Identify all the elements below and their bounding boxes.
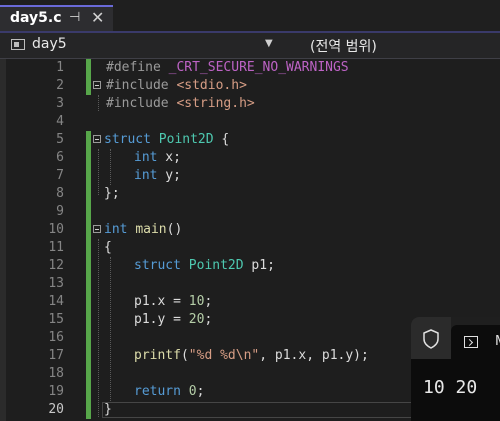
shield-button[interactable]: [411, 317, 451, 359]
code-line: int x;: [134, 150, 181, 165]
tab-title: day5.c: [10, 10, 62, 26]
console-output: 10 20: [423, 377, 478, 398]
console-title-bar: M: [411, 317, 500, 359]
code-line: int y;: [134, 168, 181, 183]
line-number: 6: [56, 150, 64, 165]
console-window[interactable]: M 10 20: [411, 317, 500, 421]
project-name: day5: [32, 36, 67, 52]
console-tab-label: M: [495, 334, 500, 349]
project-icon: [11, 39, 25, 50]
line-number: 17: [48, 348, 64, 363]
terminal-icon: [464, 336, 478, 348]
line-number: 12: [48, 258, 64, 273]
project-dropdown[interactable]: day5 ▼: [6, 35, 283, 56]
line-number: 8: [56, 186, 64, 201]
line-number: 7: [56, 168, 64, 183]
line-number: 3: [56, 96, 64, 111]
navigation-bar: day5 ▼ (전역 범위): [0, 33, 500, 59]
line-number: 18: [48, 366, 64, 381]
chevron-down-icon: ▼: [265, 38, 273, 49]
line-number: 9: [56, 204, 64, 219]
fold-guide: [98, 95, 99, 111]
code-line: p1.y = 20;: [134, 312, 213, 327]
code-line: #define _CRT_SECURE_NO_WARNINGS: [106, 60, 349, 75]
line-number: 2: [56, 78, 64, 93]
line-number: 1: [56, 60, 64, 75]
fold-toggle[interactable]: [93, 81, 101, 89]
code-line: return 0;: [134, 384, 205, 399]
shield-icon: [423, 329, 439, 349]
code-line: };: [104, 186, 120, 201]
code-line: {: [104, 240, 112, 255]
change-indicator: [86, 59, 91, 95]
tab-day5-c[interactable]: day5.c ⊣ ✕: [0, 5, 113, 32]
console-tab[interactable]: M: [451, 325, 500, 359]
code-line: p1.x = 10;: [134, 294, 213, 309]
code-line: #include <string.h>: [106, 96, 255, 111]
fold-toggle[interactable]: [93, 135, 101, 143]
fold-guide: [98, 239, 99, 417]
scope-label: (전역 범위): [310, 39, 377, 55]
fold-guide: [98, 149, 99, 195]
line-number: 16: [48, 330, 64, 345]
current-line-number: 20: [48, 402, 64, 417]
change-indicator: [86, 401, 91, 419]
line-number: 13: [48, 276, 64, 291]
line-number: 14: [48, 294, 64, 309]
indent-guide: [110, 149, 111, 185]
line-number: 4: [56, 114, 64, 129]
code-line: struct Point2D p1;: [134, 258, 275, 273]
document-tab-bar: day5.c ⊣ ✕: [0, 0, 500, 33]
line-number: 11: [48, 240, 64, 255]
scope-dropdown[interactable]: (전역 범위): [300, 35, 500, 56]
indent-guide: [110, 257, 111, 401]
close-icon[interactable]: ✕: [91, 8, 104, 27]
line-number: 10: [48, 222, 64, 237]
code-line: }: [104, 402, 112, 417]
pin-icon[interactable]: ⊣: [69, 10, 80, 25]
line-number: 15: [48, 312, 64, 327]
code-line: struct Point2D {: [104, 132, 230, 147]
change-indicator: [86, 131, 91, 401]
code-line: #include <stdio.h>: [106, 78, 247, 93]
fold-toggle[interactable]: [93, 225, 101, 233]
code-line: int main(): [104, 222, 183, 237]
code-line: printf("%d %d\n", p1.x, p1.y);: [134, 348, 369, 363]
line-number: 19: [48, 384, 64, 399]
line-number: 5: [56, 132, 64, 147]
